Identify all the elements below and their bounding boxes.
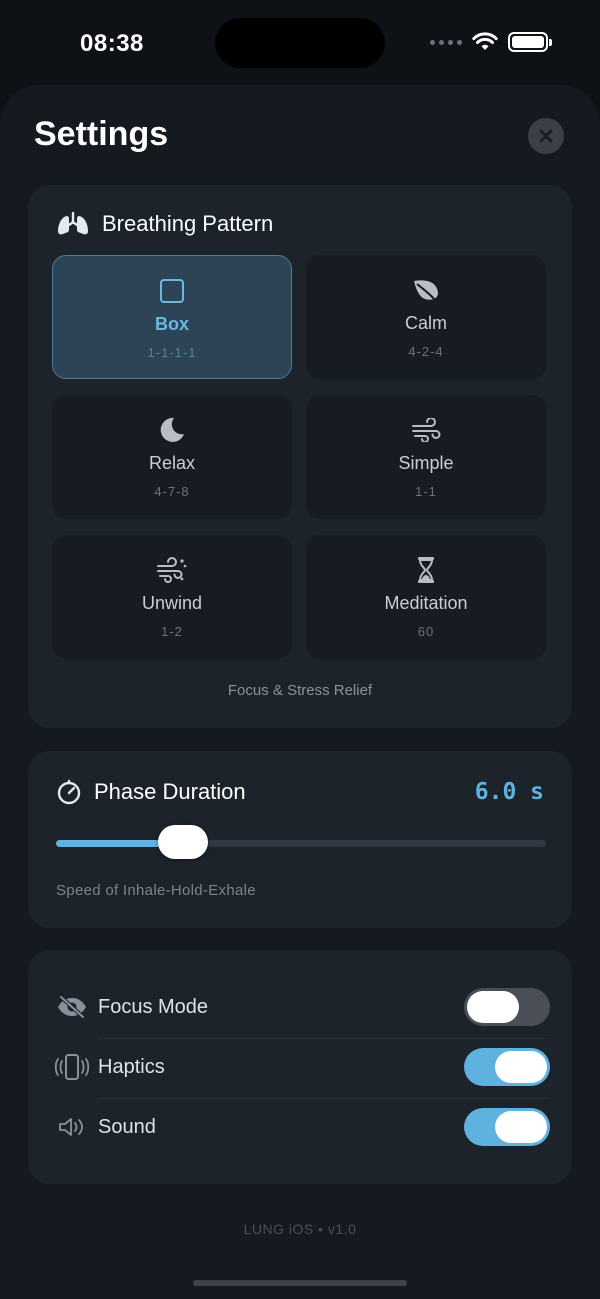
eye-slash-icon (58, 995, 86, 1019)
pattern-simple[interactable]: Simple 1-1 (306, 395, 546, 519)
settings-sheet: Settings Breathing Pattern Box 1-1-1-1 C… (0, 85, 600, 1299)
phase-duration-value: 6.0 s (474, 779, 544, 805)
focus-mode-toggle[interactable] (464, 988, 550, 1026)
divider (98, 1098, 548, 1099)
breathing-pattern-card: Breathing Pattern Box 1-1-1-1 Calm 4-2-4… (28, 185, 572, 728)
pattern-unwind[interactable]: Unwind 1-2 (52, 535, 292, 659)
pattern-ratio: 4-7-8 (154, 484, 190, 499)
moon-icon (160, 417, 184, 442)
toggles-card: Focus Mode Haptics Sound (28, 950, 572, 1184)
breathing-pattern-title: Breathing Pattern (102, 211, 274, 236)
pattern-description: Focus & Stress Relief (227, 682, 373, 699)
battery-icon (508, 32, 552, 52)
breathing-pattern-header: Breathing Pattern (56, 211, 273, 237)
pattern-name: Box (154, 314, 189, 334)
phone-vibrate-icon (54, 1054, 90, 1080)
pattern-relax[interactable]: Relax 4-7-8 (52, 395, 292, 519)
pattern-ratio: 1-1-1-1 (147, 345, 197, 360)
sound-toggle[interactable] (464, 1108, 550, 1146)
wind-sparkle-icon (157, 557, 187, 583)
pattern-name: Calm (404, 313, 447, 333)
divider (98, 1038, 548, 1039)
sound-label: Sound (98, 1115, 156, 1138)
close-icon (539, 129, 553, 143)
pattern-box[interactable]: Box 1-1-1-1 (52, 255, 292, 379)
pattern-name: Unwind (141, 593, 203, 613)
page-title: Settings (34, 115, 169, 153)
phase-duration-card: Phase Duration 6.0 s Speed of Inhale-Hol… (28, 751, 572, 928)
status-time: 08:38 (80, 30, 144, 57)
pattern-ratio: 1-1 (415, 484, 437, 499)
phase-duration-header: Phase Duration (56, 779, 246, 805)
toggle-knob (495, 1051, 547, 1083)
close-button[interactable] (528, 118, 564, 154)
pattern-meditation[interactable]: Meditation 60 (306, 535, 546, 659)
version-footer: LUNG iOS • v1.0 (243, 1221, 357, 1237)
pattern-calm[interactable]: Calm 4-2-4 (306, 255, 546, 379)
pattern-name: Relax (148, 453, 196, 473)
wifi-icon (472, 32, 498, 50)
focus-mode-label: Focus Mode (98, 995, 209, 1018)
home-indicator[interactable] (193, 1280, 407, 1286)
toggle-knob (467, 991, 519, 1023)
haptics-toggle[interactable] (464, 1048, 550, 1086)
toggle-knob (495, 1111, 547, 1143)
hourglass-icon (418, 557, 434, 583)
status-bar: 08:38 (0, 0, 600, 88)
phase-duration-title: Phase Duration (94, 779, 246, 804)
lungs-icon (58, 211, 88, 235)
cellular-signal-icon (430, 39, 462, 45)
status-icons (430, 32, 552, 52)
wind-icon (412, 418, 441, 442)
pattern-name: Simple (398, 453, 454, 473)
phase-duration-caption: Speed of Inhale-Hold-Exhale (56, 882, 256, 899)
haptics-row: Haptics (54, 1045, 550, 1089)
timer-icon (57, 779, 81, 805)
pattern-ratio: 4-2-4 (408, 344, 444, 359)
leaf-icon (414, 280, 438, 302)
dynamic-island (215, 18, 385, 68)
phase-duration-slider[interactable] (56, 825, 546, 859)
pattern-name: Meditation (384, 593, 468, 613)
pattern-ratio: 1-2 (161, 624, 183, 639)
sound-row: Sound (54, 1105, 550, 1149)
pattern-ratio: 60 (417, 624, 435, 639)
speaker-icon (59, 1118, 83, 1136)
square-icon (160, 279, 184, 303)
haptics-label: Haptics (98, 1055, 165, 1078)
slider-thumb[interactable] (158, 825, 209, 859)
focus-mode-row: Focus Mode (54, 985, 550, 1029)
